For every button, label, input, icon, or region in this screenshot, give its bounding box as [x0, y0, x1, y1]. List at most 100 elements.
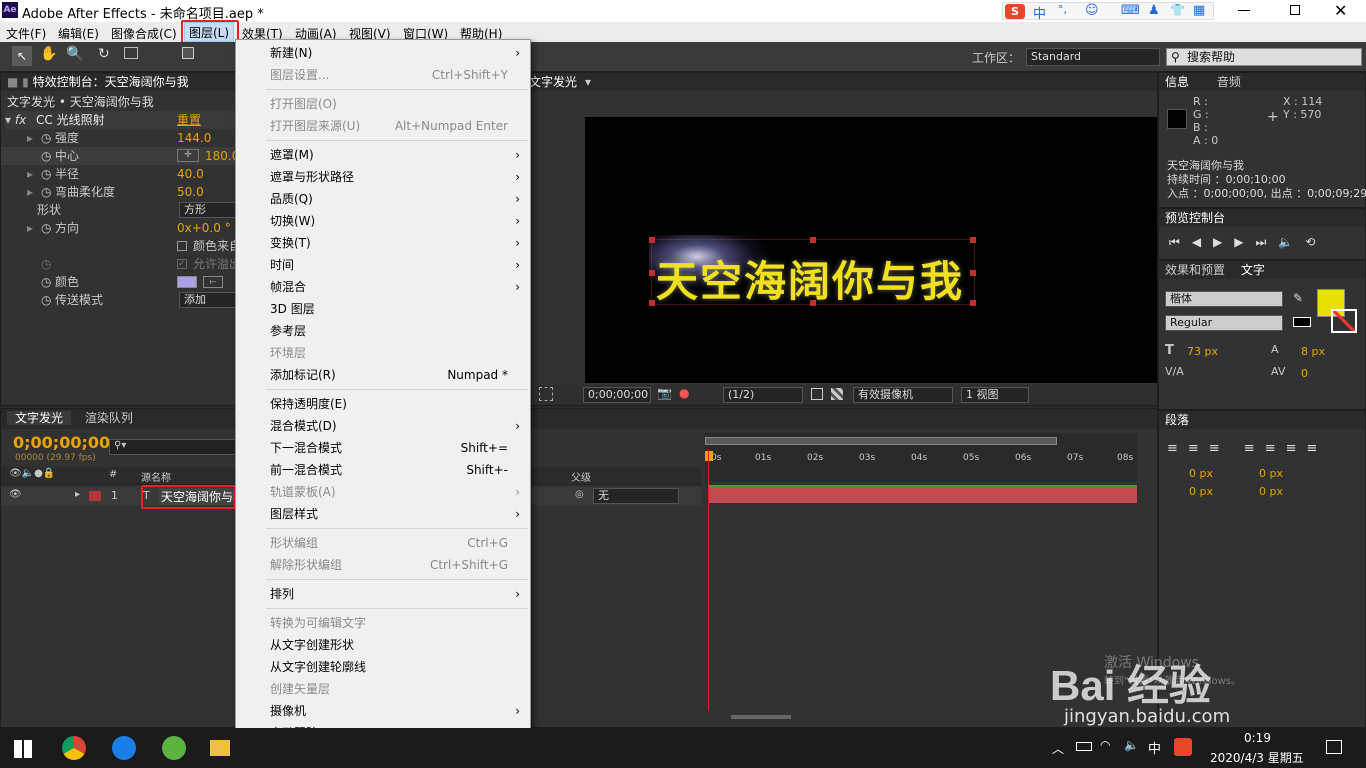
indent-left-value[interactable]: 0 px: [1189, 467, 1213, 480]
first-frame-icon[interactable]: ⏮: [1169, 235, 1192, 249]
layer-menu-item[interactable]: 保持透明度(E): [236, 393, 530, 415]
ime-item[interactable]: ☺: [1085, 3, 1099, 18]
eyedropper-icon[interactable]: ✎: [1293, 291, 1303, 305]
timecode-field[interactable]: 0;00;00;00: [583, 387, 651, 403]
safe-area-icon[interactable]: [539, 387, 553, 401]
layer-menu-item[interactable]: 下一混合模式 Shift+=: [236, 437, 530, 459]
rotate-tool-icon[interactable]: ↻: [98, 46, 110, 62]
fx-row[interactable]: ▾ fx CC 光线照射 重置: [5, 111, 235, 129]
transfer-mode-dropdown[interactable]: 添加: [179, 292, 237, 308]
layer-menu-item[interactable]: 摄像机 ›: [236, 700, 530, 722]
prop-row[interactable]: ◷ 颜色 ⟝: [1, 273, 235, 291]
layer-menu-item[interactable]: 时间 ›: [236, 254, 530, 276]
timeline-tab[interactable]: 文字发光: [7, 411, 72, 425]
prop-value[interactable]: 144.0: [177, 129, 211, 147]
tracking-value[interactable]: 0: [1301, 367, 1308, 380]
stopwatch-icon[interactable]: ◷: [41, 183, 51, 201]
comp-text-layer[interactable]: 天空海阔你与我: [649, 237, 976, 306]
layer-menu-item[interactable]: 图层样式 ›: [236, 503, 530, 525]
clock-date[interactable]: 2020/4/3 星期五: [1210, 749, 1304, 766]
next-frame-icon[interactable]: ▶: [1234, 235, 1255, 249]
tray-chevron-icon[interactable]: ︿: [1052, 740, 1064, 757]
handle[interactable]: [810, 237, 816, 243]
parent-dropdown[interactable]: 无: [593, 488, 679, 504]
parent-icon[interactable]: ◎: [575, 489, 584, 500]
prop-value[interactable]: 0x+0.0 °: [177, 219, 231, 237]
transparency-grid-icon[interactable]: [831, 388, 843, 400]
prop-value[interactable]: 50.0: [177, 183, 204, 201]
menu-composition[interactable]: 图像合成(C): [111, 25, 177, 42]
stroke-swatch[interactable]: [1331, 309, 1357, 333]
composition-viewer[interactable]: 天空海阔你与我: [585, 117, 1157, 383]
layer-duration-bar[interactable]: [709, 485, 1137, 503]
info-tab-bar[interactable]: 信息 音频: [1159, 73, 1365, 91]
loop-icon[interactable]: ⟲: [1305, 235, 1327, 249]
align-buttons[interactable]: ≡≡≡ ≡≡≡≡: [1167, 441, 1327, 456]
expand-arrow-icon[interactable]: ▸: [27, 219, 33, 237]
eyedropper-icon[interactable]: ⟝: [203, 276, 223, 288]
stopwatch-icon[interactable]: ◷: [41, 165, 51, 183]
handle[interactable]: [649, 300, 655, 306]
expand-arrow-icon[interactable]: ▸: [75, 489, 80, 500]
layer-menu-item[interactable]: 混合模式(D) ›: [236, 415, 530, 437]
sogou-tray-icon[interactable]: [1174, 738, 1192, 756]
menu-edit[interactable]: 编辑(E): [58, 25, 99, 42]
character-tab[interactable]: 文字: [1241, 263, 1265, 277]
fx-reset-link[interactable]: 重置: [177, 111, 201, 129]
prop-row[interactable]: ▸ ◷ 方向 0x+0.0 °: [1, 219, 235, 237]
prop-row[interactable]: ▸ ◷ 弯曲柔化度 50.0: [1, 183, 235, 201]
paragraph-tab[interactable]: 段落: [1165, 413, 1189, 427]
ime-item[interactable]: °,: [1058, 3, 1067, 16]
character-tab-bar[interactable]: 效果和预置 文字: [1159, 261, 1365, 279]
expand-arrow-icon[interactable]: ▾: [5, 113, 15, 127]
layer-menu-item[interactable]: 从文字创建形状: [236, 634, 530, 656]
zoom-tool-icon[interactable]: 🔍: [66, 46, 83, 62]
volume-icon[interactable]: 🔈: [1124, 738, 1139, 752]
layer-menu-item[interactable]: 从文字创建轮廓线: [236, 656, 530, 678]
ime-item[interactable]: ⌨: [1121, 3, 1140, 18]
rect-tool-icon[interactable]: [182, 47, 194, 59]
info-tab[interactable]: 信息: [1165, 75, 1189, 89]
ime-item[interactable]: 👕: [1170, 3, 1185, 17]
crosshair-icon[interactable]: ✛: [177, 149, 199, 162]
label-color-swatch[interactable]: [89, 491, 101, 501]
wifi-icon[interactable]: ◠: [1100, 738, 1110, 752]
prop-row[interactable]: ◷ 传送模式 添加: [1, 291, 237, 309]
minimize-button[interactable]: [1238, 10, 1250, 11]
workspace-dropdown[interactable]: Standard: [1026, 48, 1160, 66]
prop-row[interactable]: ▸ ◷ 强度 144.0: [1, 129, 235, 147]
style-dropdown[interactable]: Regular: [1165, 315, 1283, 331]
work-area-bar[interactable]: [705, 437, 1057, 445]
prop-row[interactable]: 颜色来自: [1, 237, 241, 255]
layer-menu-item[interactable]: 3D 图层: [236, 298, 530, 320]
stopwatch-icon[interactable]: ◷: [41, 291, 51, 309]
view-layout-dropdown[interactable]: 1 视图: [961, 387, 1029, 403]
stopwatch-icon[interactable]: ◷: [41, 129, 51, 147]
audio-icon[interactable]: 🔈: [1278, 235, 1305, 249]
layer-menu-item[interactable]: 遮罩(M) ›: [236, 144, 530, 166]
handle[interactable]: [970, 237, 976, 243]
timeline-search[interactable]: ⚲▾: [109, 439, 239, 455]
shape-dropdown[interactable]: 方形: [179, 202, 237, 218]
camera-tool-icon[interactable]: [124, 47, 138, 59]
paragraph-tab-bar[interactable]: 段落: [1159, 411, 1365, 429]
font-size-value[interactable]: 73 px: [1187, 345, 1218, 358]
layer-menu-item[interactable]: 添加标记(R) Numpad *: [236, 364, 530, 386]
ime-toolbar[interactable]: S 中 °, ☺ ⌨ ♟ 👕 ▦: [1002, 2, 1214, 22]
snapshot-icon[interactable]: 📷: [657, 386, 672, 400]
prop-row[interactable]: 形状 方形: [1, 201, 237, 219]
close-button[interactable]: ✕: [1334, 1, 1347, 20]
layer-menu-item[interactable]: 品质(Q) ›: [236, 188, 530, 210]
layer-menu-item[interactable]: 切换(W) ›: [236, 210, 530, 232]
file-explorer-icon[interactable]: [210, 740, 230, 756]
time-ruler[interactable]: 0s 01s 02s 03s 04s 05s 06s 07s 08s: [705, 433, 1137, 481]
color-swatch[interactable]: [177, 276, 197, 288]
hand-tool-icon[interactable]: ✋: [40, 46, 57, 62]
prev-frame-icon[interactable]: ◀: [1192, 235, 1213, 249]
region-icon[interactable]: [811, 388, 823, 400]
timeline-tab-bar[interactable]: 文字发光 渲染队列: [1, 409, 1157, 429]
green-app-icon[interactable]: [162, 736, 186, 760]
visibility-icon[interactable]: 👁: [9, 489, 22, 500]
handle[interactable]: [970, 270, 976, 276]
checkbox[interactable]: [177, 241, 187, 251]
